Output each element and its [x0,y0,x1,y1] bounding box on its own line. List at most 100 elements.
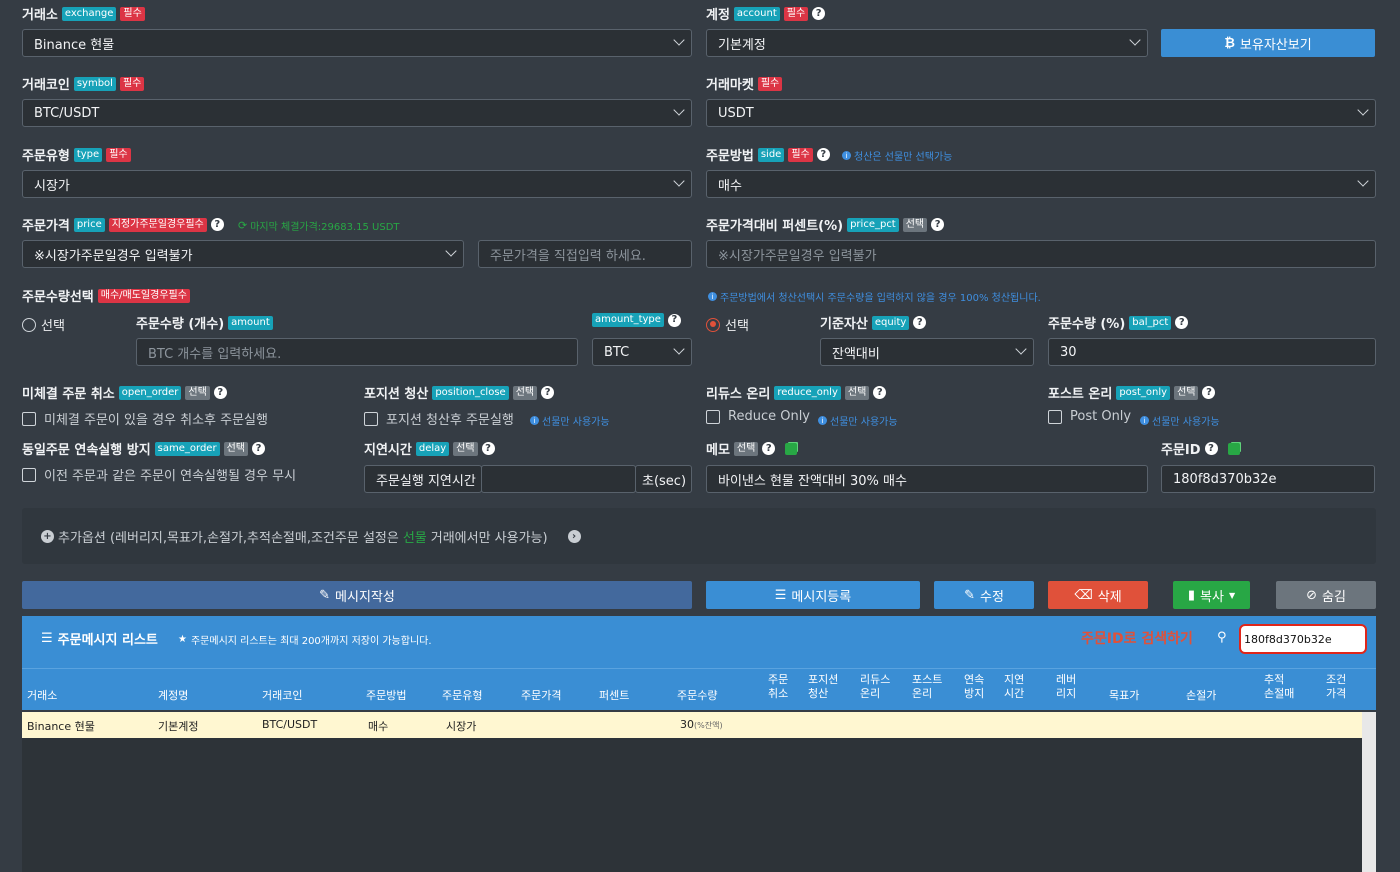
info-icon: i [708,292,717,301]
column-header[interactable]: 연속 방지 [964,673,984,701]
amount-type-label: amount_type? [592,313,681,327]
column-header[interactable]: 주문방법 [366,689,406,703]
message-list-header: ☰ 주문메시지 리스트 ★ 주문메시지 리스트는 최대 200개까지 저장이 가능합… [22,616,1376,668]
advanced-text-post: 거래에서만 사용가능) [430,531,548,546]
post-only-label: 포스트 온리 post_only 선택? [1048,383,1216,402]
list-title: 주문메시지 리스트 [57,633,158,648]
advanced-options-bar[interactable]: + 추가옵션 (레버리지,목표가,손절가,추적손절매,조건주문 설정은 선물 거래… [22,508,1376,564]
position-close-checkbox[interactable]: 포지션 청산후 주문실행 [364,409,514,428]
column-header[interactable]: 리듀스 온리 [860,673,890,701]
open-order-label: 미체결 주문 취소 open_order 선택? [22,383,227,402]
column-header[interactable]: 거래소 [27,689,57,703]
delay-input[interactable] [481,465,636,493]
same-order-label: 동일주문 연속실행 방지 same_order 선택? [22,439,265,458]
list-icon: ☰ [774,587,787,603]
edit-icon: ✎ [319,587,331,603]
market-select[interactable]: USDT [706,99,1376,127]
same-order-checkbox[interactable]: 이전 주문과 같은 주문이 연속실행될 경우 무시 [22,465,296,484]
column-header[interactable]: 계정명 [158,689,188,703]
hide-button[interactable]: ⊘ 숨김 [1276,581,1376,609]
order-id-input[interactable]: 180f8d370b32e [1161,465,1375,493]
column-header[interactable]: 퍼센트 [599,689,629,703]
price-mode-select[interactable]: ※시장가주문일경우 입력불가 [22,240,464,268]
write-message-button[interactable]: ✎ 메시지작성 [22,581,692,609]
column-header[interactable]: 레버 리지 [1056,673,1076,701]
post-only-checkbox[interactable]: Post Only [1048,409,1131,424]
delete-button[interactable]: ⌫ 삭제 [1048,581,1148,609]
help-icon: ? [213,386,227,399]
info-icon: i [842,151,851,160]
type-label: 주문유형 type 필수 [22,145,131,164]
reduce-only-checkbox[interactable]: Reduce Only [706,409,810,424]
help-icon: ? [873,386,887,399]
column-header[interactable]: 주문가격 [521,689,561,703]
scrollbar[interactable] [1362,712,1376,872]
chevron-down-icon [1015,343,1027,355]
open-order-checkbox[interactable]: 미체결 주문이 있을 경우 취소후 주문실행 [22,409,268,428]
column-header[interactable]: 포스트 온리 [912,673,942,701]
chevron-down-icon [673,175,685,187]
account-label: 계정 account 필수? [706,4,826,23]
cell-qty: 30(%잔액) [680,718,723,731]
search-input[interactable]: 180f8d370b32e [1239,624,1367,654]
help-icon: ? [812,7,826,20]
column-header[interactable]: 추적 손절매 [1264,673,1294,701]
chevron-down-icon [445,245,457,257]
copy-icon [785,442,798,455]
qty-select-label: 주문수량선택 매수/매도일경우필수 [22,286,190,305]
chevron-down-icon [1357,104,1369,116]
column-header[interactable]: 손절가 [1186,689,1216,703]
column-header[interactable]: 주문수량 [677,689,717,703]
memo-input[interactable]: 바이낸스 현물 잔액대비 30% 매수 [706,465,1148,493]
help-icon: ? [251,442,265,455]
help-icon: ? [816,148,830,161]
chevron-down-icon [1129,34,1141,46]
table-row[interactable]: Binance 현물 기본계정 BTC/USDT 매수 시장가 30(%잔액) [22,712,1362,738]
side-select[interactable]: 매수 [706,170,1376,198]
account-select[interactable]: 기본계정 [706,29,1148,57]
star-icon: ★ [178,634,187,645]
holdings-button[interactable]: ₿ 보유자산보기 [1161,29,1375,57]
type-select[interactable]: 시장가 [22,170,692,198]
chevron-right-circle-icon: › [567,530,581,543]
chevron-down-icon [1357,175,1369,187]
cell-exchange: Binance 현물 [27,720,95,733]
price-pct-input[interactable]: ※시장가주문일경우 입력불가 [706,240,1376,268]
edit-button[interactable]: ✎ 수정 [934,581,1034,609]
column-header[interactable]: 목표가 [1109,689,1139,703]
register-message-button[interactable]: ☰ 메시지등록 [706,581,920,609]
column-header[interactable]: 지연 시간 [1004,673,1024,701]
help-icon: ? [762,442,776,455]
info-icon: i [818,416,827,425]
order-id-label: 주문ID? [1161,439,1240,458]
price-input[interactable]: 주문가격을 직접입력 하세요. [478,240,692,268]
eraser-icon: ⌫ [1074,587,1093,603]
help-icon: ? [481,442,495,455]
column-header[interactable]: 주문 취소 [768,673,788,701]
price-pct-label: 주문가격대비 퍼센트(%) price_pct 선택? [706,215,945,234]
delay-suffix: 초(sec) [635,465,692,493]
exchange-select[interactable]: Binance 현물 [22,29,692,57]
symbol-select[interactable]: BTC/USDT [22,99,692,127]
copy-icon [1227,442,1240,455]
amount-label: 주문수량 (개수) amount [136,313,273,332]
column-header[interactable]: 포지션 청산 [808,673,838,701]
equity-label: 기준자산 equity? [820,313,927,332]
help-icon: ? [541,386,555,399]
amount-radio[interactable]: 선택 [22,315,65,334]
side-hint: i 청산은 선물만 선택가능 [842,148,952,163]
equity-select[interactable]: 잔액대비 [820,338,1034,366]
bal-pct-input[interactable]: 30 [1048,338,1376,366]
equity-radio[interactable]: 선택 [706,315,749,334]
amount-input[interactable]: BTC 개수를 입력하세요. [136,338,578,366]
column-header[interactable]: 거래코인 [262,689,302,703]
amount-type-select[interactable]: BTC [592,338,692,366]
help-icon: ? [913,316,927,329]
column-header[interactable]: 조건 가격 [1326,673,1346,701]
cell-symbol: BTC/USDT [262,718,318,731]
copy-button[interactable]: ▮ 복사 ▼ [1173,581,1250,609]
cell-type: 시장가 [446,720,477,733]
column-header[interactable]: 주문유형 [442,689,482,703]
cell-account: 기본계정 [158,720,199,733]
table-body [22,738,1362,872]
